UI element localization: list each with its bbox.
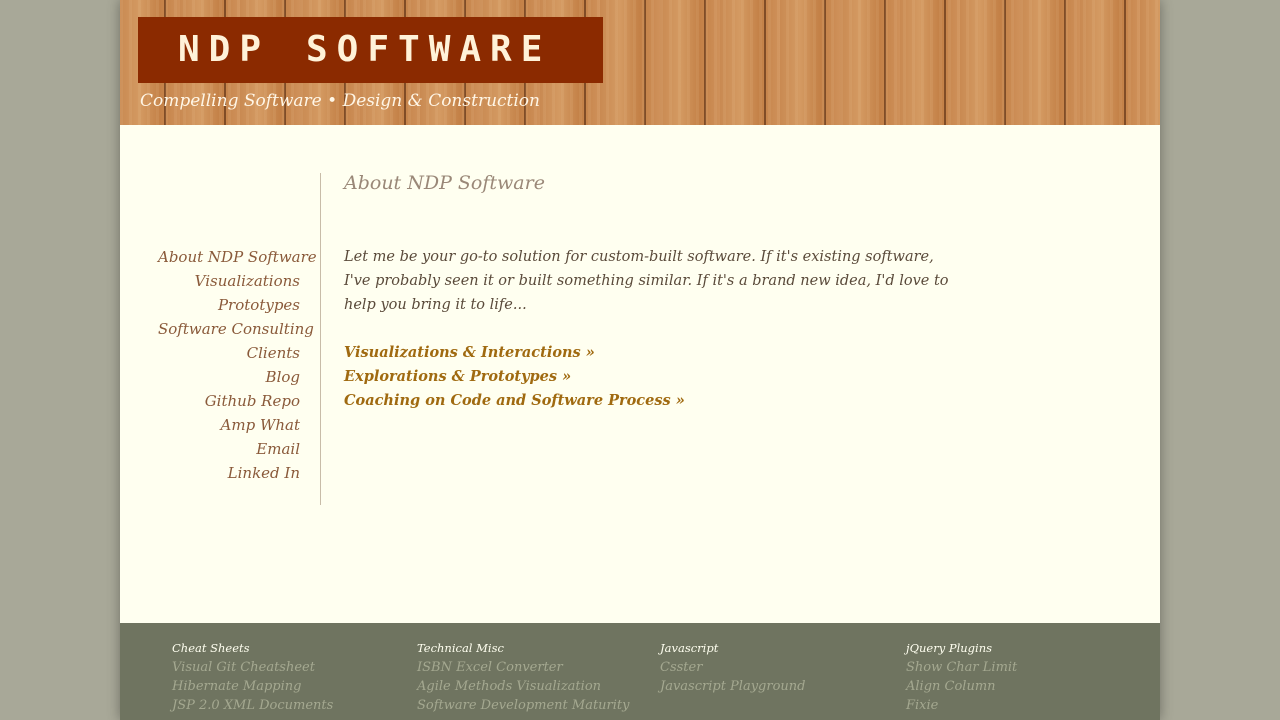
footer-link[interactable]: Javascript Playground xyxy=(660,677,806,696)
footer-heading[interactable]: jQuery Plugins xyxy=(906,639,1017,657)
sidebar-divider xyxy=(320,173,321,505)
sidebar-item-amp-what[interactable]: Amp What xyxy=(158,413,304,437)
intro-line: help you bring it to life... xyxy=(344,297,527,313)
logo: NDP SOFTWARE xyxy=(138,17,603,83)
page-title: About NDP Software xyxy=(344,172,545,194)
intro-line: Let me be your go-to solution for custom… xyxy=(344,249,934,265)
intro-paragraph: Let me be your go-to solution for custom… xyxy=(344,245,949,317)
footer-link[interactable]: Align Column xyxy=(906,677,1017,696)
footer-link[interactable]: Fixie xyxy=(906,696,1017,715)
sidebar-item-github-repo[interactable]: Github Repo xyxy=(158,389,304,413)
sidebar-item-about[interactable]: About NDP Software xyxy=(158,245,317,269)
footer-link[interactable]: Hibernate Mapping xyxy=(172,677,333,696)
footer-link[interactable]: ISBN Excel Converter xyxy=(417,658,630,677)
logo-ndp-link[interactable]: NDP xyxy=(178,29,270,71)
visualizations-interactions-link[interactable]: Visualizations & Interactions » xyxy=(344,341,685,365)
footer-link[interactable]: Show Char Limit xyxy=(906,658,1017,677)
footer-link[interactable]: Visual Git Cheatsheet xyxy=(172,658,333,677)
header: NDP SOFTWARE Compelling Software • Desig… xyxy=(120,0,1160,125)
footer-column-cheat-sheets: Cheat Sheets Visual Git Cheatsheet Hiber… xyxy=(172,639,333,715)
page: NDP SOFTWARE Compelling Software • Desig… xyxy=(120,0,1160,720)
footer-column-javascript: Javascript Csster Javascript Playground xyxy=(660,639,806,696)
sidebar-item-software-consulting[interactable]: Software Consulting xyxy=(158,317,314,341)
footer-link[interactable]: Agile Methods Visualization xyxy=(417,677,630,696)
footer-heading[interactable]: Javascript xyxy=(660,639,806,657)
logo-software-link[interactable]: SOFTWARE xyxy=(306,29,551,71)
footer-column-technical-misc: Technical Misc ISBN Excel Converter Agil… xyxy=(417,639,630,715)
sidebar-item-clients[interactable]: Clients xyxy=(158,341,304,365)
footer-link[interactable]: Csster xyxy=(660,658,806,677)
footer-heading[interactable]: Technical Misc xyxy=(417,639,630,657)
sidebar-item-prototypes[interactable]: Prototypes xyxy=(158,293,304,317)
tagline-construction-link[interactable]: & Construction xyxy=(408,91,540,111)
explorations-prototypes-link[interactable]: Explorations & Prototypes » xyxy=(344,365,685,389)
intro-line: I've probably seen it or built something… xyxy=(344,273,949,289)
footer-link[interactable]: Software Development Maturity xyxy=(417,696,630,715)
sidebar-item-visualizations[interactable]: Visualizations xyxy=(158,269,304,293)
sidebar-item-email[interactable]: Email xyxy=(158,437,304,461)
footer-link[interactable]: JSP 2.0 XML Documents xyxy=(172,696,333,715)
coaching-link[interactable]: Coaching on Code and Software Process » xyxy=(344,389,685,413)
tagline: Compelling Software • Design & Construct… xyxy=(140,90,540,112)
sidebar-item-blog[interactable]: Blog xyxy=(158,365,304,389)
service-links: Visualizations & Interactions » Explorat… xyxy=(344,341,685,413)
footer-heading[interactable]: Cheat Sheets xyxy=(172,639,333,657)
sidebar-nav: About NDP Software Visualizations Protot… xyxy=(158,245,317,485)
corner-link[interactable] xyxy=(175,0,219,16)
footer: Cheat Sheets Visual Git Cheatsheet Hiber… xyxy=(120,623,1160,720)
footer-column-jquery-plugins: jQuery Plugins Show Char Limit Align Col… xyxy=(906,639,1017,715)
sidebar-item-linked-in[interactable]: Linked In xyxy=(158,461,304,485)
tagline-text: Compelling Software • Design xyxy=(140,91,403,111)
